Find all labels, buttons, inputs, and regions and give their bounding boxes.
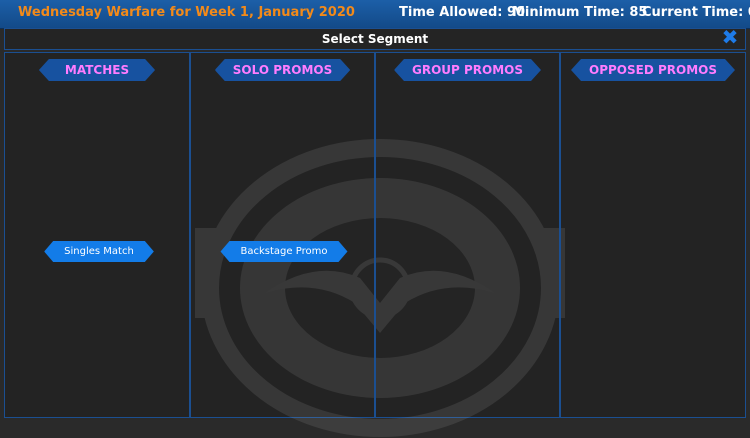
segment-bar: Select Segment ✖ [4, 27, 746, 50]
column-header-group-promos: GROUP PROMOS [394, 59, 541, 81]
segment-title: Select Segment [321, 32, 429, 46]
current-time: Current Time: 0 [642, 5, 750, 20]
top-bar: Wednesday Warfare for Week 1, January 20… [0, 0, 750, 29]
column-matches: MATCHES Singles Match [5, 53, 191, 417]
time-allowed: Time Allowed: 90 [399, 5, 526, 20]
singles-match-button[interactable]: Singles Match [44, 241, 154, 262]
column-header-solo-promos: SOLO PROMOS [215, 59, 350, 81]
segment-panel: MATCHES Singles Match SOLO PROMOS Backst… [4, 52, 746, 437]
minimum-time: Minimum Time: 85 [512, 5, 648, 20]
column-opposed-promos: OPPOSED PROMOS [561, 53, 745, 417]
column-group-promos: GROUP PROMOS [376, 53, 561, 417]
column-header-matches: MATCHES [39, 59, 155, 81]
column-solo-promos: SOLO PROMOS Backstage Promo [191, 53, 376, 417]
close-icon[interactable]: ✖ [721, 27, 739, 47]
show-title: Wednesday Warfare for Week 1, January 20… [18, 5, 355, 20]
column-header-opposed-promos: OPPOSED PROMOS [571, 59, 735, 81]
backstage-promo-button[interactable]: Backstage Promo [221, 241, 348, 262]
